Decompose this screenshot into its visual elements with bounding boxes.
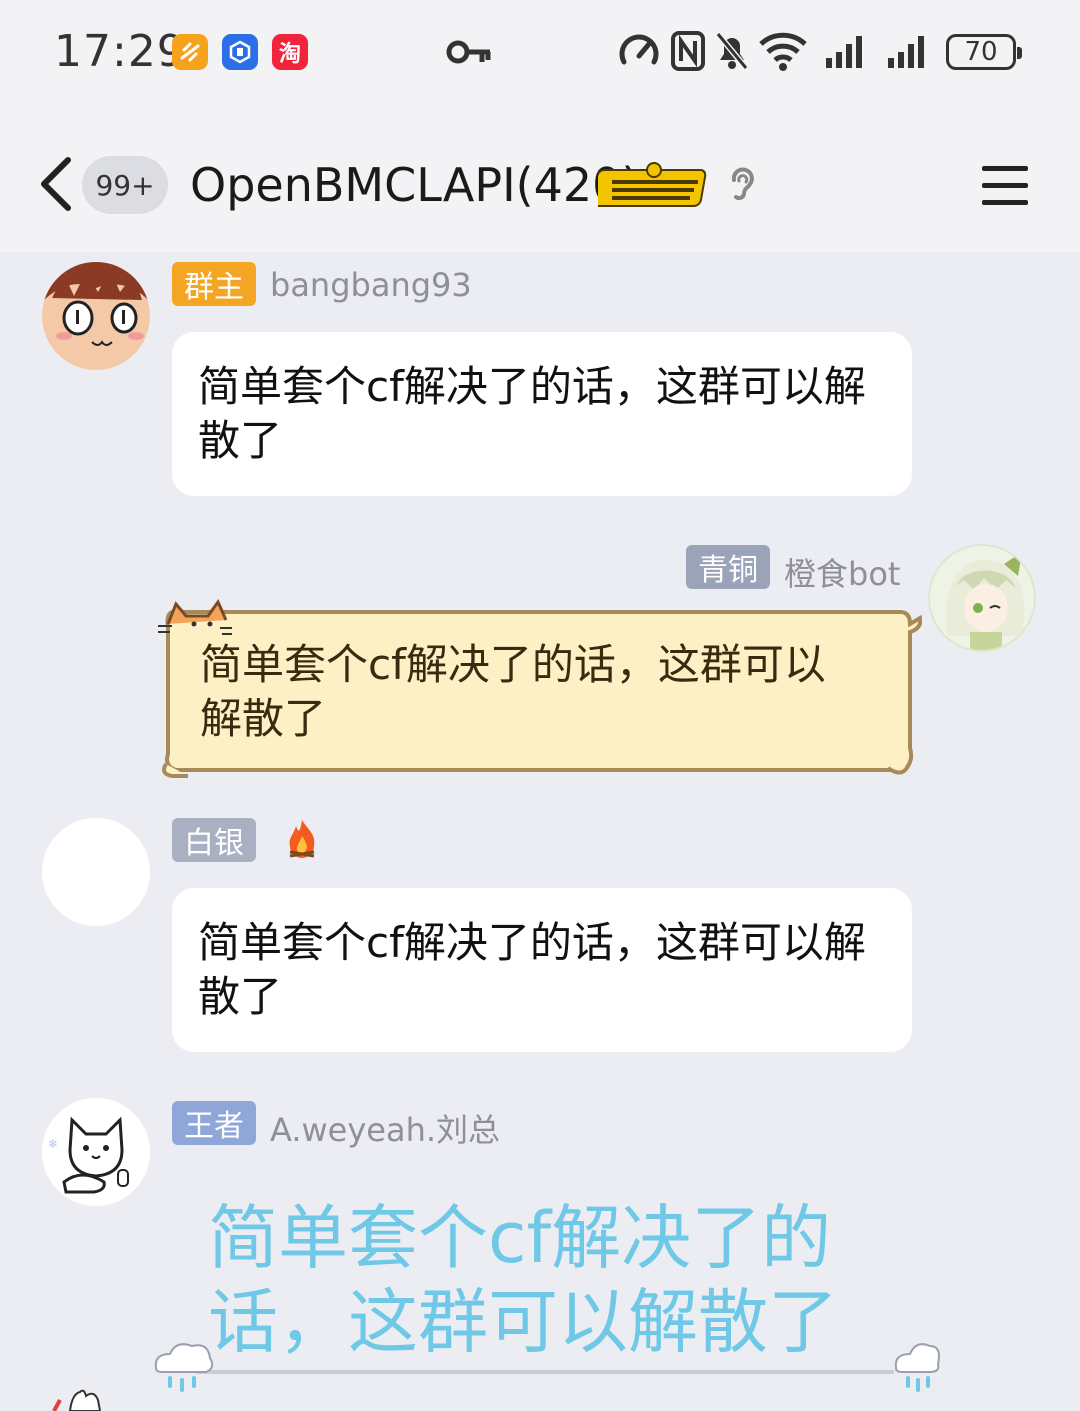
menu-icon[interactable]	[982, 164, 1028, 206]
epiphany-badge-icon	[598, 162, 707, 207]
role-tag-bronze: 青铜	[686, 545, 770, 589]
chat-header: 99+ OpenBMCLAPI(420)	[0, 100, 1080, 252]
role-tag-king: 王者	[172, 1101, 256, 1145]
battery-indicator: 70	[946, 34, 1022, 70]
avatar[interactable]	[42, 818, 150, 926]
svg-text:❄: ❄	[48, 1137, 58, 1151]
signal-icon-1	[826, 36, 862, 68]
status-time: 17:29	[54, 26, 186, 77]
message-text: 简单套个cf解决了的话，这群可以解散了	[198, 918, 866, 1021]
speedometer-icon	[619, 34, 659, 65]
unread-count-badge[interactable]: 99+	[82, 156, 168, 214]
message-bubble[interactable]: 简单套个cf解决了的话，这群可以解散了	[172, 888, 912, 1052]
role-tag-silver: 白银	[172, 818, 256, 862]
orange-app-icon	[172, 34, 208, 70]
wifi-icon	[759, 32, 807, 71]
message-bubble[interactable]: 简单套个cf解决了的话，这群可以解散了	[200, 638, 850, 746]
sender-nickname[interactable]: bangbang93	[270, 266, 472, 304]
status-bar: 17:29 淘 70	[0, 0, 1080, 100]
sender-nickname[interactable]: A.weyeah.刘总	[270, 1105, 500, 1151]
avatar[interactable]	[40, 1388, 120, 1411]
mute-bell-icon	[715, 32, 749, 70]
blue-app-icon	[222, 34, 258, 70]
back-arrow-icon[interactable]	[38, 156, 74, 212]
message-text: 简单套个cf解决了的话，这群可以解散了	[200, 640, 826, 743]
taobao-app-icon: 淘	[272, 34, 308, 70]
message-text: 简单套个cf解决了的话，这群可以解散了	[198, 362, 866, 465]
nfc-icon	[671, 31, 705, 71]
key-icon	[446, 40, 491, 64]
avatar[interactable]	[928, 544, 1036, 652]
message-bubble[interactable]: 简单套个cf解决了的话，这群可以解散了	[172, 332, 912, 496]
ear-icon[interactable]	[728, 166, 756, 204]
fire-icon	[289, 820, 315, 858]
role-tag-owner: 群主	[172, 262, 256, 306]
avatar[interactable]: ❄	[42, 1098, 150, 1206]
avatar[interactable]	[42, 262, 150, 370]
cloud-divider	[154, 1343, 940, 1392]
group-title[interactable]: OpenBMCLAPI(420)	[190, 158, 639, 212]
signal-icon-2	[888, 36, 924, 68]
sender-nickname[interactable]: 橙食bot	[784, 549, 900, 595]
